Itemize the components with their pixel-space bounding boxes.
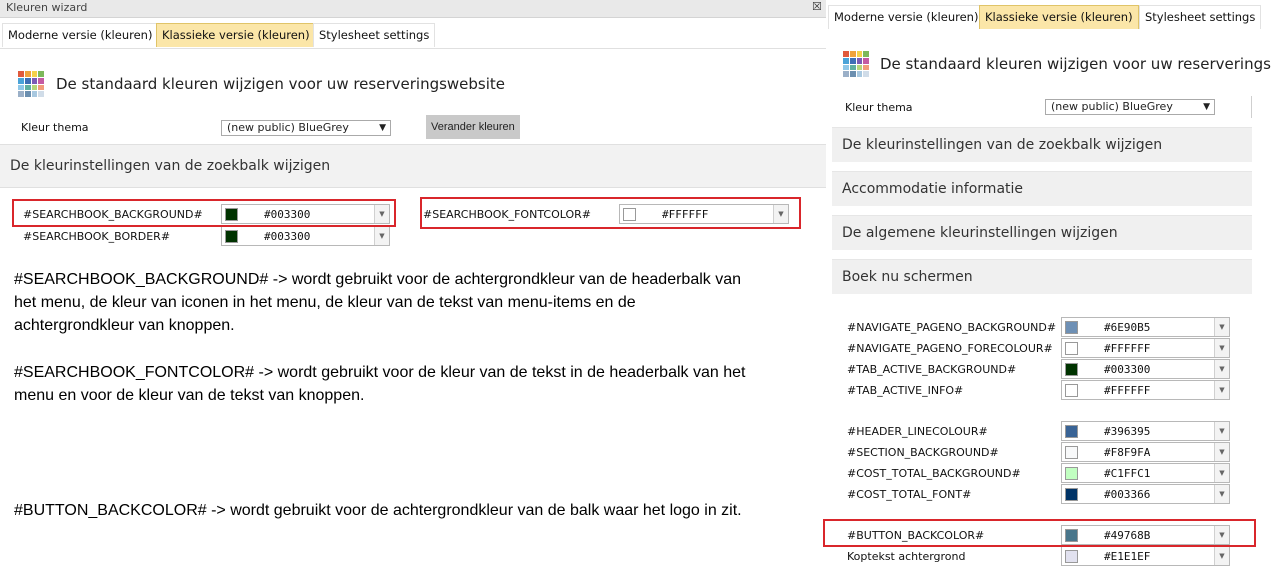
note-searchbook-background: #SEARCHBOOK_BACKGROUND# -> wordt gebruik… <box>14 268 814 337</box>
page-title-right: De standaard kleuren wijzigen voor uw re… <box>880 55 1271 73</box>
field-label-cost-total-font: #COST_TOTAL_FONT# <box>847 488 972 501</box>
theme-label-right: Kleur thema <box>845 101 913 114</box>
note-line: achtergrondkleur van knoppen. <box>14 317 235 334</box>
theme-select-right[interactable]: (new public) BlueGrey ▼ <box>1045 99 1215 115</box>
tab-bar-left: Moderne versie (kleuren) Klassieke versi… <box>0 19 826 49</box>
section-general-colors[interactable]: De algemene kleurinstellingen wijzigen <box>832 215 1252 250</box>
note-button-backcolor: #BUTTON_BACKCOLOR# -> wordt gebruikt voo… <box>14 502 742 519</box>
section-accommodation[interactable]: Accommodatie informatie <box>832 171 1252 206</box>
theme-label: Kleur thema <box>21 121 89 134</box>
color-hex-value: #396395 <box>1104 425 1151 438</box>
tab-modern[interactable]: Moderne versie (kleuren) <box>2 23 159 47</box>
color-picker-tab-active-background[interactable]: #003300 ▼ <box>1061 359 1230 379</box>
color-hex-value: #6E90B5 <box>1104 321 1151 334</box>
chevron-down-icon[interactable]: ▼ <box>1214 485 1229 503</box>
field-label-tab-active-background: #TAB_ACTIVE_BACKGROUND# <box>847 363 1017 376</box>
page-title: De standaard kleuren wijzigen voor uw re… <box>56 75 506 93</box>
tab-classic-right[interactable]: Klassieke versie (kleuren) <box>979 5 1139 29</box>
chevron-down-icon: ▼ <box>379 123 386 133</box>
color-swatch <box>1065 363 1078 376</box>
field-label-koptekst-achtergrond: Koptekst achtergrond <box>847 550 966 563</box>
chevron-down-icon[interactable]: ▼ <box>1214 339 1229 357</box>
chevron-down-icon: ▼ <box>1203 102 1210 112</box>
theme-select[interactable]: (new public) BlueGrey ▼ <box>221 120 391 136</box>
color-hex-value: #C1FFC1 <box>1104 467 1151 480</box>
color-swatch <box>1065 384 1078 397</box>
color-swatch <box>1065 488 1078 501</box>
color-hex-value: #FFFFFF <box>1104 384 1151 397</box>
tab-classic[interactable]: Klassieke versie (kleuren) <box>156 23 316 47</box>
section-searchbar-right[interactable]: De kleurinstellingen van de zoekbalk wij… <box>832 127 1252 162</box>
color-picker-header-linecolour[interactable]: #396395 ▼ <box>1061 421 1230 441</box>
divider <box>1251 96 1252 118</box>
color-swatch <box>1065 550 1078 563</box>
color-hex-value: #003300 <box>264 230 311 243</box>
chevron-down-icon[interactable]: ▼ <box>1214 443 1229 461</box>
note-line: het menu, de kleur van iconen in het men… <box>14 294 636 311</box>
theme-select-value: (new public) BlueGrey <box>1051 100 1173 113</box>
theme-select-value: (new public) BlueGrey <box>227 121 349 134</box>
color-picker-koptekst-achtergrond[interactable]: #E1E1EF ▼ <box>1061 546 1230 566</box>
color-picker-searchbook-border[interactable]: #003300 ▼ <box>221 226 390 246</box>
color-swatch <box>1065 446 1078 459</box>
chevron-down-icon[interactable]: ▼ <box>1214 464 1229 482</box>
color-swatch <box>1065 342 1078 355</box>
field-label-navigate-pageno-forecolour: #NAVIGATE_PAGENO_FORECOLOUR# <box>847 342 1053 355</box>
chevron-down-icon[interactable]: ▼ <box>1214 422 1229 440</box>
color-grid-icon <box>18 71 44 97</box>
field-label-navigate-pageno-background: #NAVIGATE_PAGENO_BACKGROUND# <box>847 321 1057 334</box>
color-grid-icon <box>843 51 869 77</box>
color-picker-cost-total-font[interactable]: #003366 ▼ <box>1061 484 1230 504</box>
section-searchbar[interactable]: De kleurinstellingen van de zoekbalk wij… <box>0 144 826 188</box>
chevron-down-icon[interactable]: ▼ <box>1214 547 1229 565</box>
color-swatch <box>1065 425 1078 438</box>
window-title: Kleuren wizard <box>6 1 88 14</box>
section-book-now[interactable]: Boek nu schermen <box>832 259 1252 294</box>
tab-bar-right: Moderne versie (kleuren) Klassieke versi… <box>828 2 1273 34</box>
highlight-box-searchbook-fontcolor <box>420 197 801 229</box>
color-swatch <box>1065 321 1078 334</box>
chevron-down-icon[interactable]: ▼ <box>374 227 389 245</box>
tab-stylesheet-right[interactable]: Stylesheet settings <box>1139 5 1262 29</box>
field-label-header-linecolour: #HEADER_LINECOLOUR# <box>847 425 988 438</box>
note-line: #SEARCHBOOK_FONTCOLOR# -> wordt gebruikt… <box>14 364 746 381</box>
tab-stylesheet[interactable]: Stylesheet settings <box>313 23 436 47</box>
change-colors-button[interactable]: Verander kleuren <box>426 115 520 139</box>
highlight-box-button-backcolor <box>823 519 1256 547</box>
note-line: #SEARCHBOOK_BACKGROUND# -> wordt gebruik… <box>14 271 742 288</box>
field-label-tab-active-info: #TAB_ACTIVE_INFO# <box>847 384 964 397</box>
color-picker-cost-total-background[interactable]: #C1FFC1 ▼ <box>1061 463 1230 483</box>
field-label-searchbook-border: #SEARCHBOOK_BORDER# <box>23 230 171 243</box>
color-hex-value: #003366 <box>1104 488 1151 501</box>
color-picker-section-background[interactable]: #F8F9FA ▼ <box>1061 442 1230 462</box>
chevron-down-icon[interactable]: ▼ <box>1214 318 1229 336</box>
color-hex-value: #003300 <box>1104 363 1151 376</box>
chevron-down-icon[interactable]: ▼ <box>1214 381 1229 399</box>
color-hex-value: #E1E1EF <box>1104 550 1151 563</box>
close-icon[interactable]: ☒ <box>812 0 822 13</box>
window-titlebar: Kleuren wizard <box>0 0 826 18</box>
color-picker-tab-active-info[interactable]: #FFFFFF ▼ <box>1061 380 1230 400</box>
note-searchbook-fontcolor: #SEARCHBOOK_FONTCOLOR# -> wordt gebruikt… <box>14 361 814 407</box>
color-swatch <box>225 230 238 243</box>
color-picker-navigate-pageno-background[interactable]: #6E90B5 ▼ <box>1061 317 1230 337</box>
color-hex-value: #FFFFFF <box>1104 342 1151 355</box>
note-line: menu en voor de kleur van de tekst van k… <box>14 387 365 404</box>
color-hex-value: #F8F9FA <box>1104 446 1151 459</box>
tab-modern-right[interactable]: Moderne versie (kleuren) <box>828 5 985 29</box>
field-label-section-background: #SECTION_BACKGROUND# <box>847 446 999 459</box>
field-label-cost-total-background: #COST_TOTAL_BACKGROUND# <box>847 467 1021 480</box>
highlight-box-searchbook-background <box>12 199 396 227</box>
color-picker-navigate-pageno-forecolour[interactable]: #FFFFFF ▼ <box>1061 338 1230 358</box>
color-swatch <box>1065 467 1078 480</box>
chevron-down-icon[interactable]: ▼ <box>1214 360 1229 378</box>
